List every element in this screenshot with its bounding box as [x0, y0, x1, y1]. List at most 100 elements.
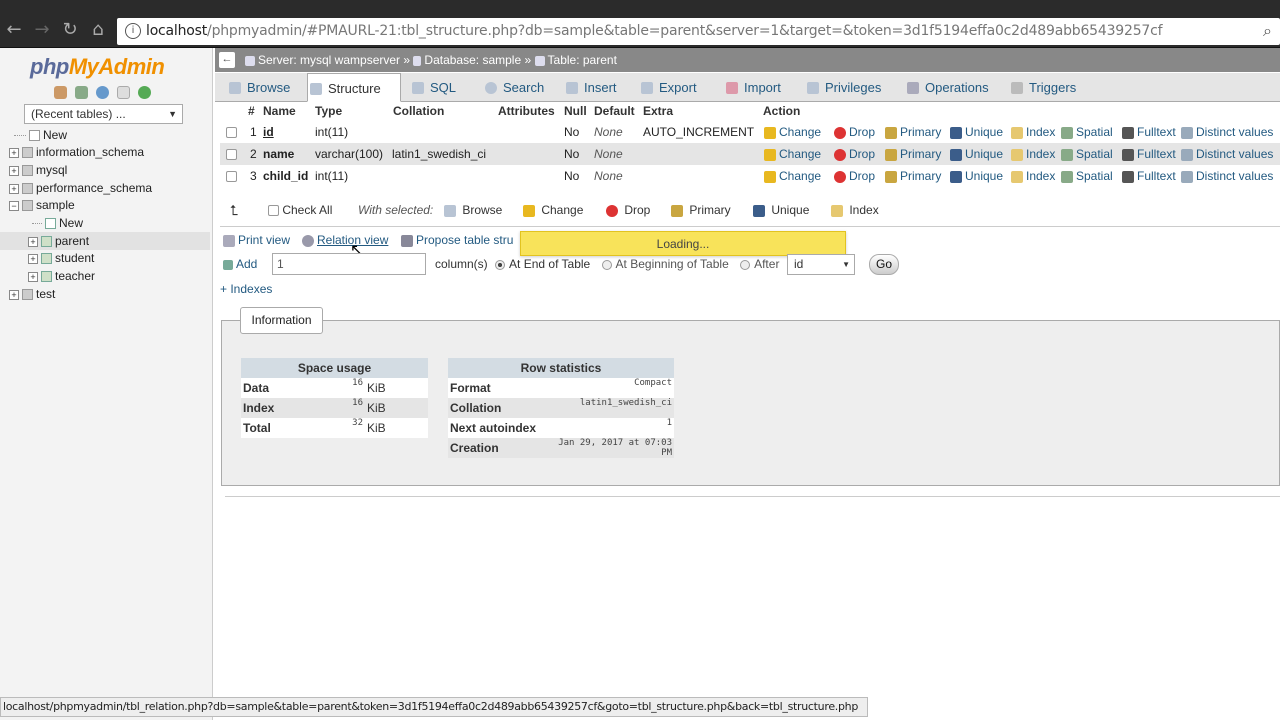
ws-index-button[interactable]: Index [831, 198, 879, 222]
col-header-extra[interactable]: Extra [643, 104, 673, 118]
ws-browse-button[interactable]: Browse [444, 198, 502, 222]
at-beginning-option[interactable]: At Beginning of Table [601, 257, 729, 271]
ws-change-button[interactable]: Change [523, 198, 583, 222]
tab-browse[interactable]: Browse [227, 73, 290, 102]
col-header-name[interactable]: Name [263, 104, 296, 118]
url-text[interactable]: localhost/phpmyadmin/#PMAURL-21:tbl_stru… [146, 23, 1163, 39]
index-action[interactable]: Index [1011, 143, 1055, 165]
logout-icon[interactable] [75, 86, 88, 100]
tab-triggers[interactable]: Triggers [1009, 73, 1076, 102]
check-all[interactable]: Check All [268, 198, 332, 222]
row-checkbox[interactable] [226, 171, 237, 183]
change-action[interactable]: Change [764, 165, 821, 187]
relation-view-link[interactable]: Relation view [302, 233, 388, 247]
expand-icon[interactable]: + [9, 165, 19, 176]
tab-privileges[interactable]: Privileges [805, 73, 881, 102]
tab-search[interactable]: Search [483, 73, 544, 102]
search-icon[interactable]: ⌕ [1263, 21, 1272, 41]
expand-icon[interactable]: + [28, 271, 38, 282]
tree-item-parent[interactable]: + parent [0, 232, 210, 250]
fulltext-action[interactable]: Fulltext [1122, 121, 1176, 143]
primary-action[interactable]: Primary [885, 143, 941, 165]
home-icon[interactable]: ⌂ [88, 20, 108, 40]
drop-action[interactable]: Drop [834, 143, 875, 165]
ws-unique-button[interactable]: Unique [753, 198, 809, 222]
row-checkbox[interactable] [226, 127, 237, 139]
drop-action[interactable]: Drop [834, 121, 875, 143]
breadcrumb-database[interactable]: Database: sample [424, 53, 521, 67]
row-checkbox[interactable] [226, 149, 237, 161]
col-header-type[interactable]: Type [315, 104, 342, 118]
index-action[interactable]: Index [1011, 121, 1055, 143]
col-header-null[interactable]: Null [564, 104, 587, 118]
drop-action[interactable]: Drop [834, 165, 875, 187]
tree-item-student[interactable]: + student [28, 249, 94, 267]
unique-action[interactable]: Unique [950, 143, 1003, 165]
distinct-values-action[interactable]: Distinct values [1181, 121, 1273, 143]
radio[interactable] [740, 259, 751, 270]
expand-icon[interactable]: + [9, 147, 19, 158]
tree-item-sample[interactable]: − sample [9, 196, 75, 214]
tree-item-mysql[interactable]: + mysql [9, 161, 67, 179]
unique-action[interactable]: Unique [950, 121, 1003, 143]
recent-tables-select[interactable]: (Recent tables) ... ▼ [24, 104, 183, 124]
expand-icon[interactable]: + [9, 183, 19, 194]
reload-navigation-icon[interactable] [138, 86, 151, 100]
tab-operations[interactable]: Operations [905, 73, 989, 102]
tree-item-information-schema[interactable]: + information_schema [9, 143, 144, 161]
spatial-action[interactable]: Spatial [1061, 143, 1113, 165]
ws-primary-button[interactable]: Primary [671, 198, 731, 222]
breadcrumb-server[interactable]: Server: mysql wampserver [258, 53, 400, 67]
distinct-values-action[interactable]: Distinct values [1181, 165, 1273, 187]
collapse-icon[interactable]: − [9, 200, 19, 211]
radio-selected[interactable] [495, 259, 506, 270]
collapse-arrow-icon[interactable]: ← [219, 52, 235, 68]
back-arrow-icon[interactable]: ← [4, 20, 24, 40]
distinct-values-action[interactable]: Distinct values [1181, 143, 1273, 165]
change-action[interactable]: Change [764, 143, 821, 165]
after-column-select[interactable]: id ▼ [787, 254, 855, 275]
after-option[interactable]: After [740, 257, 779, 271]
primary-action[interactable]: Primary [885, 121, 941, 143]
address-bar[interactable]: i localhost/phpmyadmin/#PMAURL-21:tbl_st… [117, 18, 1280, 45]
col-header-attributes[interactable]: Attributes [498, 104, 555, 118]
fulltext-action[interactable]: Fulltext [1122, 143, 1176, 165]
spatial-action[interactable]: Spatial [1061, 165, 1113, 187]
index-action[interactable]: Index [1011, 165, 1055, 187]
col-header-collation[interactable]: Collation [393, 104, 444, 118]
expand-icon[interactable]: + [28, 236, 38, 247]
at-end-option[interactable]: At End of Table [495, 257, 590, 271]
tab-export[interactable]: Export [639, 73, 697, 102]
unique-action[interactable]: Unique [950, 165, 1003, 187]
primary-action[interactable]: Primary [885, 165, 941, 187]
help-icon[interactable] [96, 86, 109, 100]
forward-arrow-icon[interactable]: → [32, 20, 52, 40]
spatial-action[interactable]: Spatial [1061, 121, 1113, 143]
change-action[interactable]: Change [764, 121, 821, 143]
tree-item-new-table[interactable]: New [32, 214, 83, 232]
print-view-link[interactable]: Print view [223, 233, 290, 247]
expand-icon[interactable]: + [28, 253, 38, 264]
tree-item-new[interactable]: New [14, 126, 67, 144]
tab-sql[interactable]: SQL [410, 73, 456, 102]
column-count-input[interactable]: 1 [272, 253, 426, 275]
reload-icon[interactable]: ↻ [60, 20, 80, 40]
info-icon[interactable]: i [125, 23, 141, 39]
tree-item-test[interactable]: + test [9, 285, 55, 303]
indexes-toggle[interactable]: + Indexes [220, 282, 272, 296]
tab-structure[interactable]: Structure [307, 73, 401, 102]
expand-icon[interactable]: + [9, 289, 19, 300]
breadcrumb-table[interactable]: Table: parent [548, 53, 617, 67]
col-header-default[interactable]: Default [594, 104, 635, 118]
radio[interactable] [601, 259, 612, 270]
ws-drop-button[interactable]: Drop [606, 198, 650, 222]
tree-item-teacher[interactable]: + teacher [28, 267, 95, 285]
go-button[interactable]: Go [869, 254, 899, 275]
propose-structure-link[interactable]: Propose table stru [401, 233, 513, 247]
check-all-checkbox[interactable] [268, 205, 279, 217]
fulltext-action[interactable]: Fulltext [1122, 165, 1176, 187]
home-icon[interactable] [54, 86, 67, 100]
tab-insert[interactable]: Insert [564, 73, 617, 102]
tree-item-performance-schema[interactable]: + performance_schema [9, 179, 152, 197]
tab-import[interactable]: Import [724, 73, 781, 102]
